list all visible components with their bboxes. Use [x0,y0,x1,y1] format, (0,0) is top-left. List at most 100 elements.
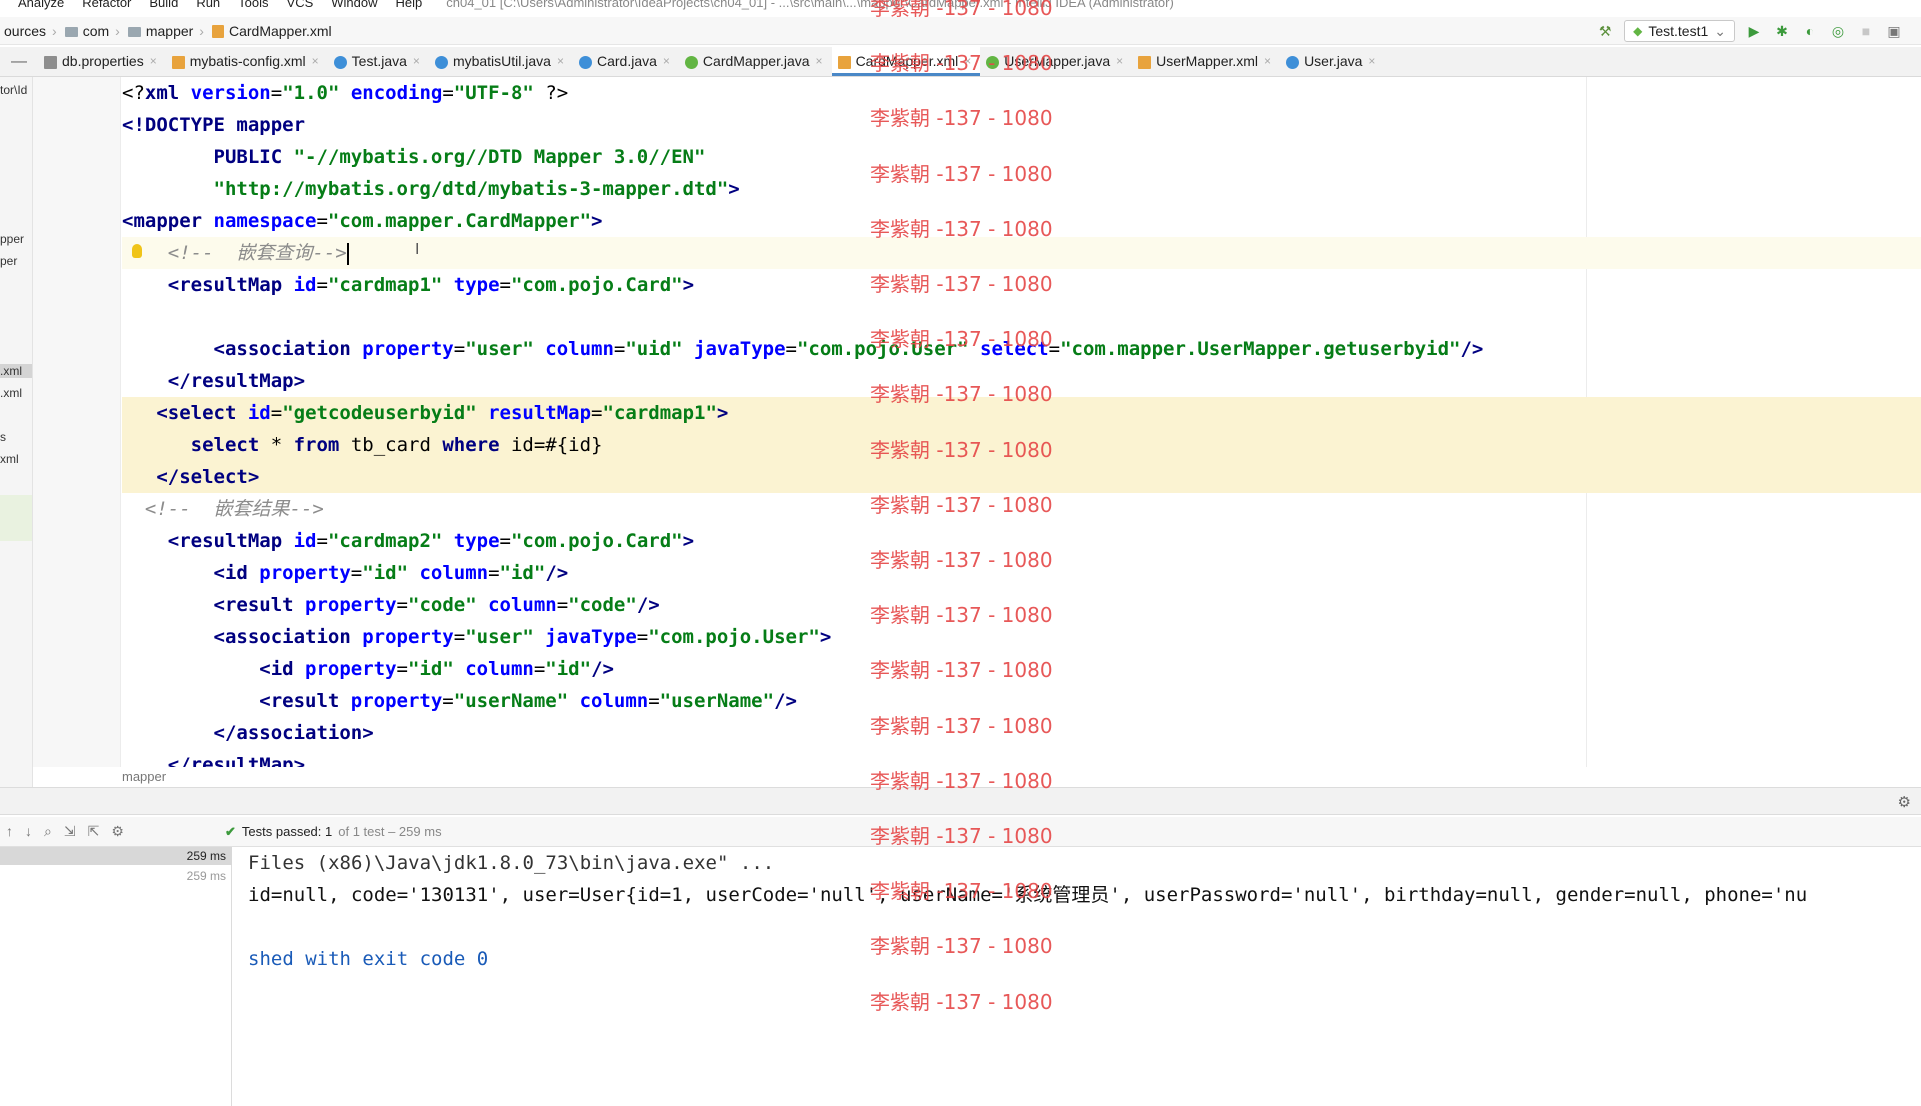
project-item[interactable]: .xml [0,386,22,400]
watermark-text: 李紫朝 -137 - 1080 [870,0,1053,20]
class-file-icon [333,55,347,69]
close-icon[interactable]: × [413,54,420,68]
test-duration: 259 ms [186,849,226,863]
close-icon[interactable]: × [1264,54,1271,68]
code-text: <!-- 嵌套结果--> [122,498,324,520]
menu-analyze[interactable]: Analyze [18,0,64,10]
tab-usermapper-xml[interactable]: UserMapper.xml × [1132,47,1280,76]
code-text: <result property="code" column="code"/> [122,594,660,616]
chevron-down-icon: ⌄ [1714,22,1726,39]
tests-status-label: Tests passed: 1 [241,824,333,839]
tab-label: mybatisUtil.java [452,53,551,69]
breadcrumb-mapper[interactable]: mapper › [124,23,208,39]
folder-icon [127,26,141,37]
code-text: <id property="id" column="id"/> [122,562,569,584]
watermark-text: 李紫朝 -137 - 1080 [870,658,1053,683]
code-text: <association property="user" javaType="c… [122,626,832,648]
folder-icon [64,26,78,37]
run-configuration-label: Test.test1 [1648,23,1709,39]
tab-cardmapper-java[interactable]: CardMapper.java × [679,47,832,76]
menu-tools[interactable]: Tools [238,0,268,10]
hide-panel-icon[interactable]: — [0,53,38,71]
menu-window[interactable]: Window [331,0,377,10]
breadcrumb-label: mapper [145,22,194,39]
close-icon[interactable]: × [816,54,823,68]
watermark-text: 李紫朝 -137 - 1080 [870,216,1053,241]
tab-user-java[interactable]: User.java × [1280,47,1384,76]
code-text: <?xml version="1.0" encoding="UTF-8" ?> [122,82,569,104]
menu-vcs[interactable]: VCS [287,0,314,10]
project-structure-icon[interactable]: ▣ [1885,22,1903,40]
tab-mybatisutil-java[interactable]: mybatisUtil.java × [429,47,573,76]
breadcrumb-resources[interactable]: ources › [0,23,61,39]
settings-icon[interactable]: ⚙ [111,823,124,840]
watermark-text: 李紫朝 -137 - 1080 [870,382,1053,407]
code-text: <result property="userName" column="user… [122,690,797,712]
project-item-selected[interactable]: .xml [0,364,32,378]
code-text: <mapper namespace="com.mapper.CardMapper… [122,210,603,232]
close-icon[interactable]: × [1116,54,1123,68]
vcs-change-marker [0,495,32,541]
code-text: <!DOCTYPE mapper [122,114,306,136]
build-hammer-icon[interactable]: ⚒ [1596,22,1614,40]
close-icon[interactable]: × [150,54,157,68]
menu-run[interactable]: Run [196,0,220,10]
run-configuration-select[interactable]: ◆ Test.test1 ⌄ [1624,20,1735,42]
gear-icon[interactable]: ⚙ [1898,793,1911,811]
breadcrumb-label: CardMapper.xml [228,22,332,39]
profile-icon[interactable]: ◎ [1829,22,1847,40]
tests-status: ✔ Tests passed: 1 of 1 test – 259 ms [225,824,442,840]
menu-build[interactable]: Build [149,0,178,10]
tab-db-properties[interactable]: db.properties × [38,47,166,76]
chevron-right-icon: › [52,22,57,39]
project-item[interactable]: tor\Id [0,83,27,97]
run-icon[interactable]: ▶ [1745,22,1763,40]
watermark-text: 李紫朝 -137 - 1080 [870,51,1053,76]
navigation-bar: ources › com › mapper › CardMapper.xml ⚒ ◆ … [0,17,1921,45]
menu-help[interactable]: Help [396,0,423,10]
close-icon[interactable]: × [312,54,319,68]
debug-icon[interactable]: ✱ [1773,22,1791,40]
coverage-icon[interactable]: ◐ [1801,22,1819,40]
code-text: <!-- 嵌套查询--> [122,242,349,265]
breadcrumb-label: com [82,22,110,39]
export-tests-icon[interactable]: ⇱ [88,823,100,840]
watermark-text: 李紫朝 -137 - 1080 [870,492,1053,517]
code-text: </resultMap> [122,370,306,392]
project-item[interactable]: pper [0,232,24,246]
breadcrumb-com[interactable]: com › [61,23,124,39]
editor-breadcrumb-footer[interactable]: mapper [122,767,166,787]
watermark-text: 李紫朝 -137 - 1080 [870,272,1053,296]
interface-file-icon [684,55,698,69]
project-item[interactable]: xml [0,452,19,466]
console-output[interactable]: Files (x86)\Java\jdk1.8.0_73\bin\java.ex… [233,847,1921,1106]
tab-test-java[interactable]: Test.java × [328,47,429,76]
code-text: <resultMap id="cardmap1" type="com.pojo.… [122,274,695,296]
project-item[interactable]: per [0,254,17,268]
tab-mybatis-config[interactable]: mybatis-config.xml × [166,47,328,76]
chevron-right-icon: › [199,22,204,39]
search-history-icon[interactable]: ⌕ [44,823,52,840]
close-icon[interactable]: × [1368,54,1375,68]
test-tree-row[interactable]: 259 ms [0,867,232,885]
close-icon[interactable]: × [557,54,564,68]
stop-icon[interactable]: ■ [1857,22,1875,40]
watermark-text: 李紫朝 -137 - 1080 [870,879,1053,904]
arrow-down-icon[interactable]: ↓ [25,823,32,840]
tab-label: User.java [1304,53,1363,69]
project-item[interactable]: s [0,430,6,444]
breadcrumb-file[interactable]: CardMapper.xml [208,23,336,39]
xml-file-icon [837,55,851,69]
test-tree-row[interactable]: 259 ms [0,847,232,865]
watermark-text: 李紫朝 -137 - 1080 [870,603,1053,628]
breadcrumb-label: ources [4,22,47,39]
test-duration: 259 ms [186,869,226,883]
watermark-text: 李紫朝 -137 - 1080 [870,768,1053,793]
close-icon[interactable]: × [663,54,670,68]
menu-refactor[interactable]: Refactor [82,0,131,10]
arrow-up-icon[interactable]: ↑ [6,823,13,840]
tab-card-java[interactable]: Card.java × [573,47,679,76]
tab-label: db.properties [62,53,144,69]
import-tests-icon[interactable]: ⇲ [64,823,76,840]
tab-label: mybatis-config.xml [189,53,306,69]
